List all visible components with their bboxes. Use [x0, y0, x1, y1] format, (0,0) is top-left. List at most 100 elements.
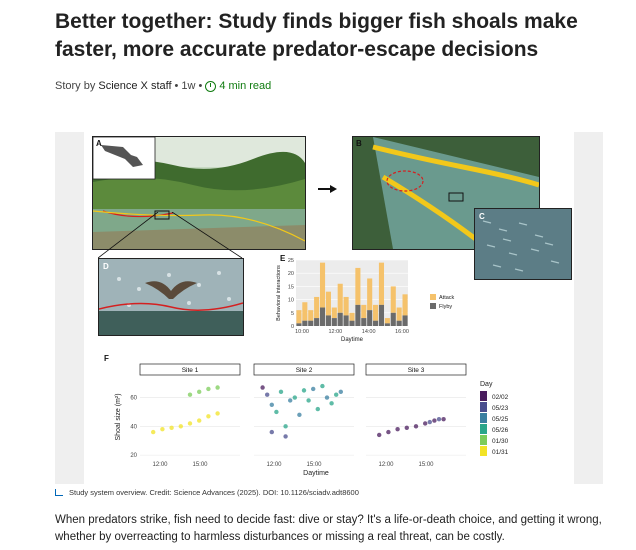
data-point	[292, 395, 297, 400]
legend-swatch	[480, 402, 487, 412]
flyby-bar	[314, 318, 320, 326]
data-point	[315, 406, 320, 412]
data-point	[206, 386, 211, 392]
flyby-bar	[390, 312, 396, 326]
data-point	[386, 429, 391, 435]
flyby-bar	[378, 304, 385, 326]
flyby-bar	[308, 320, 314, 326]
flyby-bar	[396, 320, 402, 326]
y-axis-label: Behavioral interactions	[276, 265, 282, 321]
fish-closeup-illustration	[475, 209, 571, 279]
data-point	[265, 392, 270, 397]
x-tick-label: 12:00	[378, 462, 394, 468]
attack-bar	[337, 283, 343, 313]
x-axis-label: Daytime	[303, 470, 329, 477]
panel-label-c: C	[479, 212, 485, 221]
panel-label-d: D	[103, 262, 109, 271]
bird-photo-illustration	[99, 259, 243, 335]
panel-label-e: E	[280, 254, 286, 263]
panel-c-closeup: C	[474, 208, 572, 280]
data-point	[197, 389, 202, 395]
data-point	[197, 418, 202, 423]
y-tick-label: 0	[291, 324, 294, 330]
shoal-size-chart: Site 1 12:00 15:00 Site 2 12:00 15:00 Site 3 12…	[115, 363, 509, 477]
y-tick-label: 60	[130, 396, 137, 402]
flyby-bar	[355, 304, 361, 326]
byline: Story by Science X staff • 1w • 4 min re…	[55, 80, 271, 92]
x-axis-label: Daytime	[341, 337, 364, 343]
attack-bar	[325, 291, 331, 316]
x-tick-label: 12:00	[152, 462, 168, 468]
legend-label: 01/30	[492, 438, 509, 445]
data-point	[283, 434, 288, 439]
facet-plot-area	[140, 376, 240, 458]
data-point	[269, 429, 274, 435]
facet-title: Site 2	[296, 367, 313, 374]
legend-swatch	[480, 424, 487, 434]
x-tick-label: 12:00	[266, 462, 282, 468]
y-axis-label: Shoal size (m²)	[115, 393, 122, 440]
y-tick-label: 20	[288, 271, 294, 277]
behavioral-interactions-chart: 0 5 10 15 20 25 10:00 12:00 14:00 16:00 Daytime Beh…	[276, 258, 455, 343]
author-link[interactable]: Science X staff	[98, 80, 171, 92]
data-point	[178, 424, 183, 429]
attack-bar	[296, 310, 302, 324]
attack-bar	[308, 310, 314, 321]
clock-icon	[205, 80, 217, 92]
legend-swatch	[480, 446, 487, 456]
data-point	[423, 421, 428, 426]
byline-prefix: Story by	[55, 80, 96, 92]
flyby-bar	[349, 320, 355, 326]
data-point	[269, 402, 274, 407]
flyby-bar	[384, 323, 390, 326]
legend-label: Attack	[439, 295, 455, 301]
legend-label: Flyby	[439, 304, 452, 310]
separator: •	[174, 80, 179, 92]
study-figure[interactable]: A B C D E 0 5 10 15 20 25 10:00 12:00 14…	[84, 132, 574, 484]
attack-bar	[378, 262, 385, 305]
attack-bar	[349, 312, 355, 321]
legend-swatch	[480, 435, 487, 445]
flyby-bar	[319, 307, 326, 326]
legend-swatch	[480, 391, 487, 401]
flyby-bar	[325, 315, 331, 326]
y-tick-label: 5	[291, 311, 294, 317]
legend-swatch	[430, 294, 436, 300]
data-point	[187, 421, 193, 426]
data-point	[334, 392, 339, 397]
data-point	[432, 418, 437, 423]
attack-bar	[355, 267, 361, 305]
x-tick-label: 15:00	[418, 462, 434, 468]
data-point	[338, 389, 343, 395]
y-tick-label: 20	[130, 453, 137, 459]
data-point	[260, 385, 265, 390]
data-point	[215, 411, 220, 416]
attack-bar	[343, 296, 349, 316]
y-tick-label: 10	[288, 298, 294, 304]
data-point	[413, 424, 419, 429]
data-point	[427, 419, 432, 425]
legend-label: 05/25	[492, 416, 509, 423]
flyby-bar	[373, 320, 379, 326]
panel-label-b: B	[356, 139, 362, 148]
flyby-bar	[331, 318, 337, 326]
legend-title: Day	[480, 381, 493, 388]
y-tick-label: 15	[288, 284, 294, 290]
data-point	[404, 425, 409, 430]
data-point	[301, 388, 307, 393]
facet-title: Site 1	[182, 367, 199, 374]
facet-plot-area	[366, 376, 466, 458]
article-body: When predators strike, fish need to deci…	[55, 514, 602, 543]
attack-bar	[390, 286, 396, 313]
data-point	[215, 385, 220, 390]
attack-bar	[361, 304, 367, 319]
separator: •	[198, 80, 203, 92]
flyby-bar	[367, 310, 373, 326]
data-point	[436, 416, 442, 422]
data-point	[306, 398, 311, 403]
data-point	[395, 427, 400, 432]
attack-bar	[384, 318, 390, 324]
x-tick-label: 14:00	[362, 329, 376, 335]
data-point	[324, 395, 330, 400]
data-point	[288, 398, 293, 403]
